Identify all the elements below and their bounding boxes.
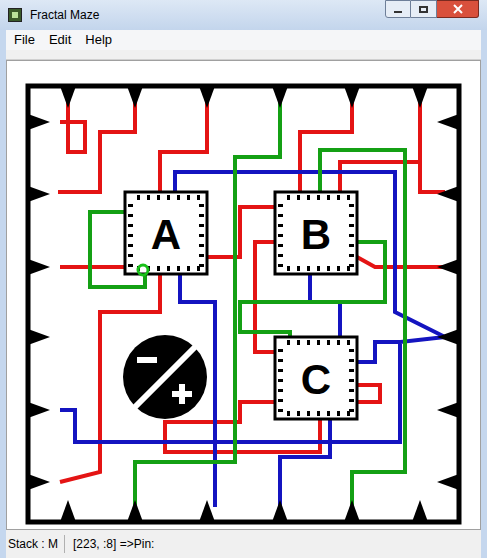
- close-icon: [453, 4, 463, 14]
- wire: [280, 419, 330, 507]
- window-title: Fractal Maze: [30, 6, 377, 24]
- pin[interactable]: [28, 474, 459, 490]
- chip[interactable]: C: [275, 337, 357, 419]
- svg-text:A: A: [151, 211, 181, 258]
- pin[interactable]: [344, 86, 360, 522]
- toolbar-strip: [6, 50, 481, 60]
- wire: [357, 342, 400, 362]
- wire: [135, 102, 280, 507]
- maze-canvas: A B C: [6, 60, 481, 530]
- pin[interactable]: [28, 114, 459, 130]
- wire: [160, 102, 207, 192]
- menu-bar: File Edit Help: [6, 30, 481, 50]
- status-bar: Stack : M [223, :8] =>Pin:: [6, 530, 481, 558]
- wire: [357, 257, 445, 267]
- maze-border: [28, 86, 459, 522]
- wire: [60, 265, 125, 269]
- wire: [60, 102, 135, 194]
- minimize-button[interactable]: [385, 0, 411, 18]
- position-status: [223, :8] =>Pin:: [73, 535, 154, 553]
- pin[interactable]: [199, 86, 215, 522]
- pin[interactable]: [28, 329, 459, 345]
- pin[interactable]: [60, 86, 76, 522]
- pin[interactable]: [412, 86, 428, 522]
- app-icon: [8, 8, 22, 22]
- chip[interactable]: B: [275, 192, 357, 274]
- pin[interactable]: [28, 259, 459, 275]
- menu-item[interactable]: Help: [85, 30, 112, 50]
- maze-diagram[interactable]: A B C: [10, 64, 477, 526]
- menu-item[interactable]: File: [14, 30, 35, 50]
- svg-text:B: B: [301, 211, 331, 258]
- pin[interactable]: [272, 86, 288, 522]
- minimize-icon: [394, 11, 402, 13]
- stack-status: Stack : M: [8, 535, 65, 553]
- wire: [357, 385, 380, 402]
- maximize-icon: [419, 6, 428, 13]
- pin[interactable]: [28, 186, 459, 202]
- wire: [310, 274, 340, 337]
- title-bar: Fractal Maze: [0, 0, 487, 30]
- pin[interactable]: [28, 402, 459, 418]
- sign-flip-icon[interactable]: [123, 335, 207, 419]
- wire: [60, 337, 445, 442]
- position-marker-icon: [138, 265, 148, 275]
- svg-text:C: C: [301, 356, 331, 403]
- chip[interactable]: A: [125, 192, 207, 274]
- wire: [207, 207, 275, 257]
- pin[interactable]: [127, 86, 143, 522]
- close-button[interactable]: [437, 0, 479, 18]
- maximize-button[interactable]: [411, 0, 437, 18]
- app-window: Fractal Maze File Edit Help A B C Stack : M [223…: [0, 0, 487, 558]
- wire: [300, 102, 352, 192]
- wire: [255, 242, 275, 352]
- wire: [60, 102, 85, 152]
- wire: [420, 102, 445, 192]
- menu-item[interactable]: Edit: [49, 30, 71, 50]
